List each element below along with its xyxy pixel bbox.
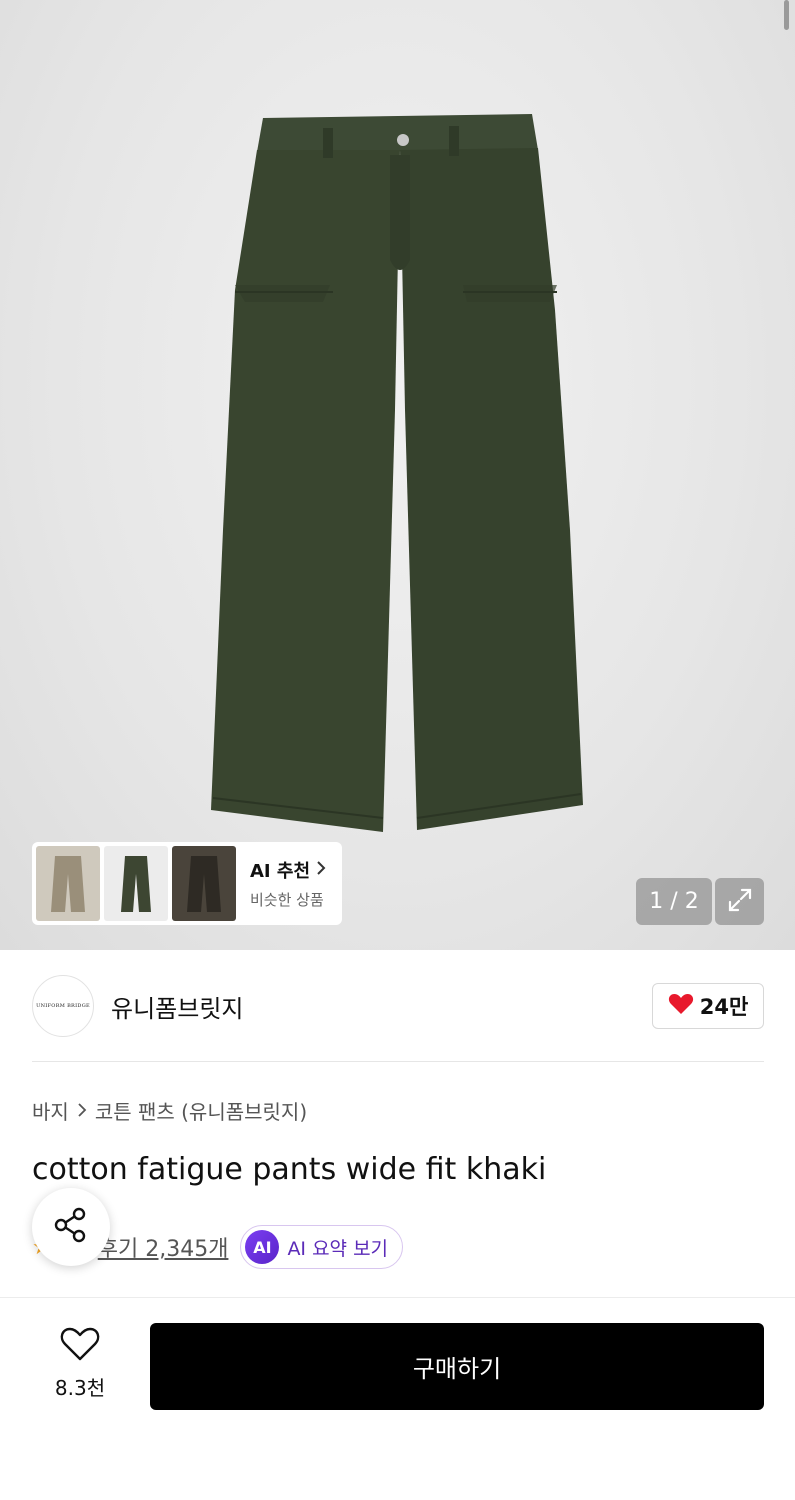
expand-icon [726,886,754,918]
wish-count: 8.3천 [54,1376,106,1400]
recommend-thumb-3[interactable] [172,846,236,921]
brand-like-count: 24만 [699,995,749,1019]
brand-name[interactable]: 유니폼브릿지 [111,989,243,1024]
product-image-gallery[interactable]: AI 추천 비슷한 상품 1 / 2 [0,0,795,950]
ai-summary-button[interactable]: AI AI 요약 보기 [240,1225,404,1269]
ai-recommend-subtitle: 비슷한 상품 [250,891,324,909]
heart-filled-icon [668,992,694,1021]
ai-recommend-text[interactable]: AI 추천 비슷한 상품 [250,857,326,910]
product-image-pants [211,114,583,832]
brand-like-button[interactable]: 24만 [652,983,764,1029]
divider [32,1061,764,1062]
heart-outline-icon [60,1326,100,1366]
recommend-thumb-2[interactable] [104,846,168,921]
chevron-right-icon [77,1099,87,1123]
share-button[interactable] [32,1188,110,1266]
expand-button[interactable] [715,878,764,925]
ai-recommend-title: AI 추천 [250,857,326,883]
chevron-right-icon [316,860,326,881]
recommend-thumb-1[interactable] [36,846,100,921]
brand-logo-text: UNIFORM BRIDGE [36,1003,90,1009]
share-icon [52,1206,90,1248]
breadcrumb: 바지 코튼 팬츠 (유니폼브릿지) [32,1096,307,1125]
breadcrumb-category[interactable]: 바지 [32,1096,69,1125]
ai-recommend-title-label: AI 추천 [250,861,311,882]
wish-button[interactable]: 8.3천 [40,1326,120,1406]
brand-row[interactable]: UNIFORM BRIDGE 유니폼브릿지 24만 [32,975,764,1037]
bottom-action-bar: 8.3천 구매하기 [0,1297,795,1500]
breadcrumb-subcategory[interactable]: 코튼 팬츠 (유니폼브릿지) [95,1096,307,1125]
ai-badge-icon: AI [245,1230,280,1264]
reviews-link[interactable]: 후기 2,345개 [98,1231,229,1263]
buy-button[interactable]: 구매하기 [150,1323,764,1410]
product-title: cotton fatigue pants wide fit khaki [32,1152,547,1187]
scrollbar[interactable] [784,0,789,30]
image-counter: 1 / 2 [636,878,712,925]
ai-summary-label: AI 요약 보기 [287,1237,389,1260]
ai-recommend-card[interactable]: AI 추천 비슷한 상품 [32,842,342,925]
brand-logo[interactable]: UNIFORM BRIDGE [32,975,94,1037]
